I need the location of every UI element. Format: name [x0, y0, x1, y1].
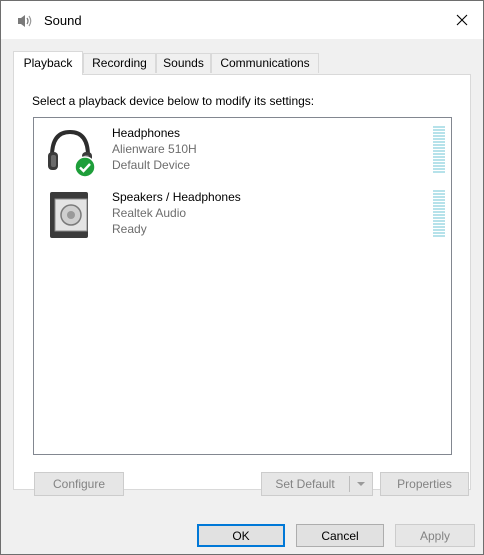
apply-button[interactable]: Apply [395, 524, 475, 547]
device-info: Speakers / Headphones Realtek Audio Read… [112, 189, 241, 237]
volume-meter [433, 126, 445, 174]
properties-button[interactable]: Properties [380, 472, 469, 496]
speaker-box-icon [50, 192, 88, 238]
close-icon [456, 14, 468, 26]
set-default-label: Set Default [275, 477, 335, 491]
ok-button[interactable]: OK [197, 524, 285, 547]
window-title: Sound [44, 13, 82, 28]
tab-communications[interactable]: Communications [211, 53, 319, 73]
playback-panel: Select a playback device below to modify… [13, 74, 471, 496]
device-name: Headphones [112, 126, 181, 140]
device-model: Realtek Audio [112, 206, 187, 220]
configure-button[interactable]: Configure [34, 472, 124, 496]
tab-recording[interactable]: Recording [83, 53, 156, 73]
device-info: Headphones Alienware 510H Default Device [112, 125, 197, 173]
close-button[interactable] [447, 5, 477, 35]
speaker-icon [18, 15, 32, 27]
device-item-headphones[interactable]: Headphones Alienware 510H Default Device [34, 118, 451, 180]
set-default-button[interactable]: Set Default [261, 472, 373, 496]
tab-sounds[interactable]: Sounds [156, 53, 211, 73]
device-model: Alienware 510H [112, 142, 197, 156]
instruction-text: Select a playback device below to modify… [32, 94, 315, 108]
title-bar[interactable]: Sound [1, 1, 483, 39]
device-status: Ready [112, 222, 147, 236]
sound-dialog: Sound Playback Recording Sounds Communic… [0, 0, 484, 555]
volume-meter [433, 190, 445, 238]
split-separator [349, 476, 350, 492]
dialog-body: Playback Recording Sounds Communications… [1, 39, 483, 554]
device-status: Default Device [112, 158, 191, 172]
default-check-icon [74, 156, 96, 178]
device-name: Speakers / Headphones [112, 190, 241, 204]
cancel-button[interactable]: Cancel [296, 524, 384, 547]
device-item-speakers[interactable]: Speakers / Headphones Realtek Audio Read… [34, 182, 451, 244]
chevron-down-icon[interactable] [354, 477, 368, 491]
device-list[interactable]: Headphones Alienware 510H Default Device [33, 117, 452, 455]
tab-playback[interactable]: Playback [13, 51, 83, 75]
